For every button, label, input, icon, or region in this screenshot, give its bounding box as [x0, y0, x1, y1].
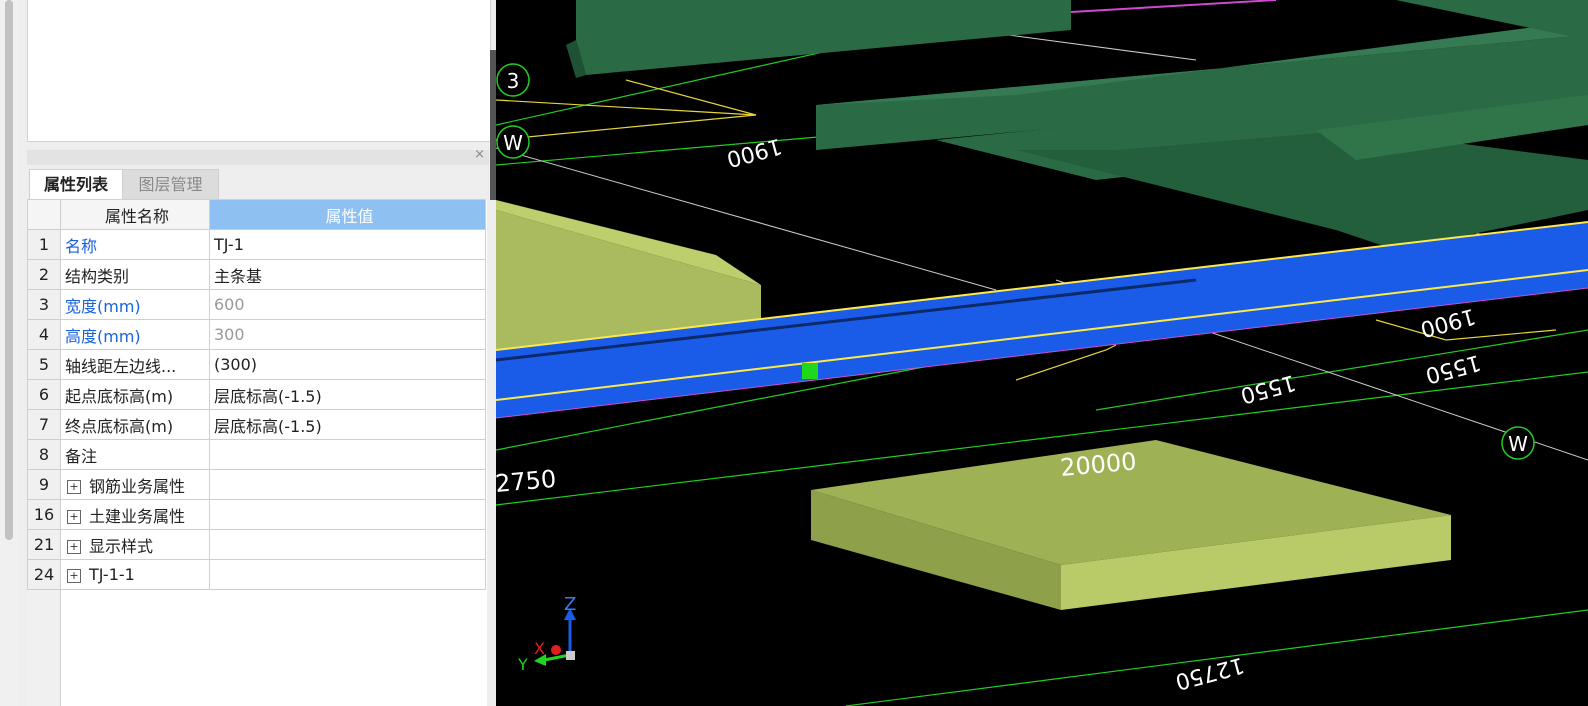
property-value[interactable]: [209, 469, 486, 500]
row-number: 21: [27, 529, 61, 560]
table-row[interactable]: 3 宽度(mm) 600: [27, 289, 486, 320]
properties-panel: × 属性列表 图层管理 属性名称 属性值 1 名称 TJ-1 2 结构类别 主条…: [0, 0, 496, 706]
table-row[interactable]: 4 高度(mm) 300: [27, 319, 486, 350]
property-value[interactable]: [209, 529, 486, 560]
table-row[interactable]: 5 轴线距左边线... (300): [27, 349, 486, 380]
property-name: 名称: [60, 229, 210, 260]
row-number: 7: [27, 409, 61, 440]
scene-drawing: 3 W W 20000 2750 1550 1550 1900 1900 127…: [496, 0, 1588, 706]
property-value[interactable]: 层底标高(-1.5): [209, 409, 486, 440]
table-row[interactable]: 6 起点底标高(m) 层底标高(-1.5): [27, 379, 486, 410]
row-number: 1: [27, 229, 61, 260]
header-property-value[interactable]: 属性值: [209, 199, 486, 230]
gizmo-z-label: Z: [564, 594, 576, 615]
row-number: 2: [27, 259, 61, 290]
row-number: 3: [27, 289, 61, 320]
table-row[interactable]: 1 名称 TJ-1: [27, 229, 486, 260]
tab-property-list[interactable]: 属性列表: [29, 169, 123, 199]
row-number: 24: [27, 559, 61, 590]
outline-line: [1070, 0, 1277, 13]
dimension-label: 2750: [496, 465, 557, 498]
property-value[interactable]: 层底标高(-1.5): [209, 379, 486, 410]
property-name: 结构类别: [60, 259, 210, 290]
expand-icon[interactable]: +: [67, 540, 81, 554]
svg-text:W: W: [503, 131, 523, 155]
property-value[interactable]: [209, 439, 486, 470]
property-value[interactable]: TJ-1: [209, 229, 486, 260]
row-number: 6: [27, 379, 61, 410]
table-row[interactable]: 24 + TJ-1-1: [27, 559, 486, 590]
gizmo-x-label: X: [534, 639, 545, 658]
table-row[interactable]: 21 + 显示样式: [27, 529, 486, 560]
row-number: 16: [27, 499, 61, 530]
gizmo-y-label: Y: [517, 655, 528, 674]
scroll-thumb[interactable]: [5, 0, 13, 540]
left-scrollbar[interactable]: [0, 0, 18, 706]
property-grid: 属性名称 属性值 1 名称 TJ-1 2 结构类别 主条基 3 宽度(mm) 6…: [27, 199, 487, 706]
expand-icon[interactable]: +: [67, 568, 81, 583]
header-property-name[interactable]: 属性名称: [60, 199, 210, 230]
table-header-row: 属性名称 属性值: [27, 199, 486, 230]
property-name: 宽度(mm): [60, 289, 210, 320]
svg-text:W: W: [1508, 432, 1528, 456]
property-name: 终点底标高(m): [60, 409, 210, 440]
property-table: 属性名称 属性值 1 名称 TJ-1 2 结构类别 主条基 3 宽度(mm) 6…: [27, 199, 486, 590]
expand-icon[interactable]: +: [67, 480, 81, 494]
property-group[interactable]: + 显示样式: [60, 529, 210, 560]
3d-viewport[interactable]: 3 W W 20000 2750 1550 1550 1900 1900 127…: [496, 0, 1588, 706]
property-value[interactable]: [209, 559, 486, 590]
row-number: 4: [27, 319, 61, 350]
property-name: 备注: [60, 439, 210, 470]
axis-bubble-3: 3: [496, 63, 530, 97]
row-number: 8: [27, 439, 61, 470]
property-value[interactable]: [209, 499, 486, 530]
panel-titlebar: ×: [27, 147, 489, 165]
property-value[interactable]: 300: [209, 319, 486, 350]
dimension-label: 1550: [1238, 369, 1299, 408]
panel-tabs: 属性列表 图层管理: [27, 166, 489, 199]
property-name: 高度(mm): [60, 319, 210, 350]
property-group[interactable]: + 钢筋业务属性: [60, 469, 210, 500]
row-number: 9: [27, 469, 61, 500]
axis-bubble-w: W: [496, 125, 530, 159]
upper-panel: [27, 0, 491, 142]
expand-icon[interactable]: +: [67, 510, 81, 524]
property-group[interactable]: + TJ-1-1: [60, 559, 210, 590]
close-icon[interactable]: ×: [474, 147, 485, 162]
property-value[interactable]: 600: [209, 289, 486, 320]
property-group-label: TJ-1-1: [89, 565, 135, 584]
property-name: 起点底标高(m): [60, 379, 210, 410]
green-beams: [566, 0, 1588, 250]
table-row[interactable]: 9 + 钢筋业务属性: [27, 469, 486, 500]
property-group-label: 土建业务属性: [89, 506, 186, 526]
property-group[interactable]: + 土建业务属性: [60, 499, 210, 530]
tab-layer-management[interactable]: 图层管理: [123, 169, 219, 199]
svg-text:3: 3: [507, 69, 520, 93]
property-value[interactable]: 主条基: [209, 259, 486, 290]
table-row[interactable]: 16 + 土建业务属性: [27, 499, 486, 530]
table-row[interactable]: 2 结构类别 主条基: [27, 259, 486, 290]
corner-cell: [27, 199, 61, 230]
axis-bubble-w-2: W: [1501, 426, 1535, 460]
property-group-label: 钢筋业务属性: [89, 476, 186, 496]
row-number: 5: [27, 349, 61, 380]
property-group-label: 显示样式: [89, 536, 154, 556]
axis-gizmo: Z X Y: [517, 594, 576, 674]
table-row[interactable]: 7 终点底标高(m) 层底标高(-1.5): [27, 409, 486, 440]
dimension-label: 1900: [1418, 303, 1479, 342]
property-value[interactable]: (300): [209, 349, 486, 380]
table-row[interactable]: 8 备注: [27, 439, 486, 470]
dimension-label: 1900: [724, 133, 785, 172]
dimension-label: 12750: [1173, 652, 1247, 694]
property-name: 轴线距左边线...: [60, 349, 210, 380]
